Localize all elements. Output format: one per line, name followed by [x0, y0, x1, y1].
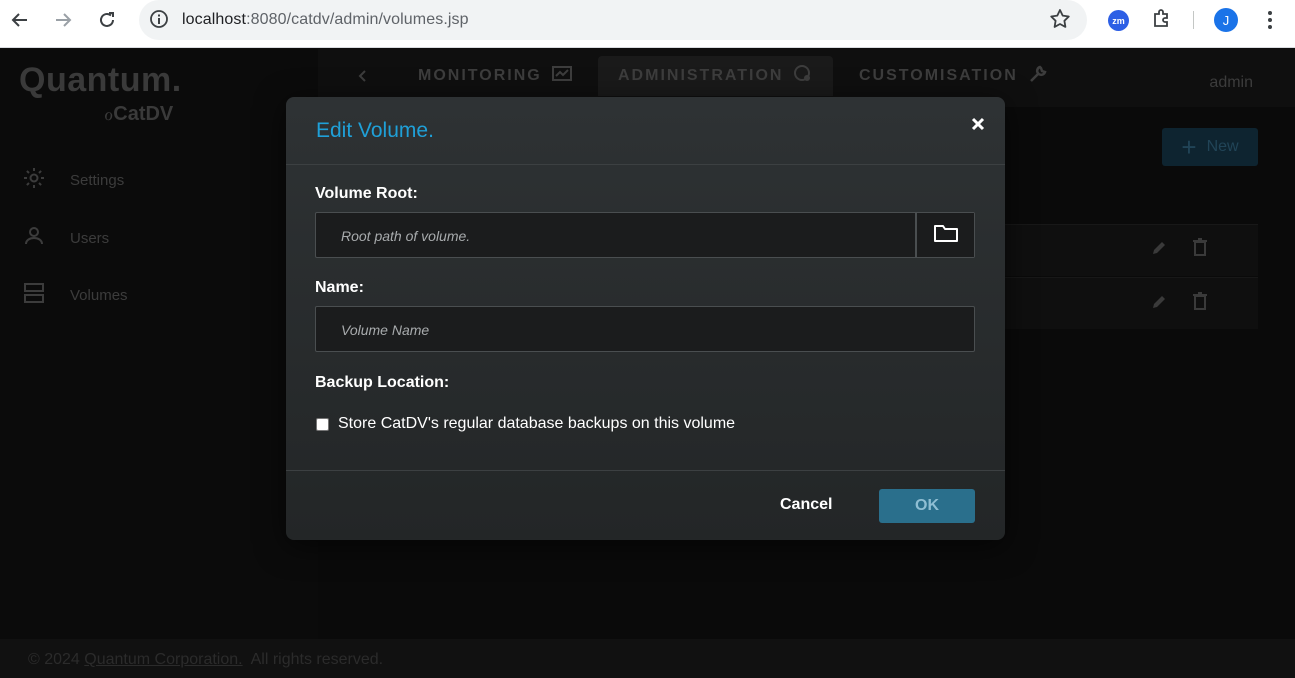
edit-volume-dialog: Edit Volume. Volume Root: Root path of v…: [286, 97, 1005, 540]
table-row: [1000, 277, 1258, 329]
browse-folder-button[interactable]: [915, 213, 974, 257]
current-user[interactable]: admin: [1209, 74, 1253, 92]
backup-checkbox-label[interactable]: Store CatDV's regular database backups o…: [338, 415, 735, 433]
backup-location-label: Backup Location:: [315, 374, 450, 391]
new-volume-button[interactable]: + New: [1162, 128, 1258, 166]
address-bar[interactable]: localhost:8080/catdv/admin/volumes.jsp: [139, 0, 1087, 40]
sidebar-item-label: Users: [70, 229, 110, 247]
sidebar: Quantum. ℴCatDV Settings Users Volumes: [0, 49, 318, 639]
volume-root-label: Volume Root:: [315, 185, 418, 202]
quantum-logo: Quantum.: [19, 61, 182, 99]
zoom-extension-icon[interactable]: zm: [1108, 10, 1129, 31]
close-icon[interactable]: [971, 117, 987, 133]
copyright-text: © 2024 Quantum Corporation. All rights r…: [28, 651, 384, 668]
site-info-icon[interactable]: [149, 9, 169, 34]
browser-toolbar: localhost:8080/catdv/admin/volumes.jsp z…: [0, 0, 1295, 48]
sidebar-item-label: Settings: [70, 171, 125, 189]
edit-pencil-icon[interactable]: [1150, 239, 1168, 262]
back-arrow-icon[interactable]: [8, 8, 32, 32]
ok-button[interactable]: OK: [879, 489, 975, 523]
url-text: localhost:8080/catdv/admin/volumes.jsp: [182, 11, 469, 28]
plus-icon: +: [1181, 132, 1197, 162]
user-icon: [22, 224, 46, 253]
volume-root-placeholder: Root path of volume.: [341, 228, 471, 244]
server-icon: [22, 281, 46, 310]
tab-monitoring[interactable]: MONITORING: [418, 56, 572, 96]
browser-menu-icon[interactable]: [1258, 8, 1282, 37]
quantum-link[interactable]: Quantum Corporation.: [84, 651, 242, 668]
catdv-logo: ℴCatDV: [104, 103, 174, 125]
extensions-puzzle-icon[interactable]: [1150, 7, 1174, 36]
page-footer: © 2024 Quantum Corporation. All rights r…: [0, 639, 1295, 678]
backup-checkbox[interactable]: [316, 417, 329, 431]
reload-icon[interactable]: [95, 8, 119, 32]
folder-icon: [933, 223, 959, 248]
wrench-icon: [1028, 64, 1048, 89]
toolbar-divider: [1193, 11, 1194, 29]
dialog-header: Edit Volume.: [286, 97, 1005, 165]
catdv-swirl-icon: ℴ: [104, 103, 114, 125]
sidebar-item-volumes[interactable]: Volumes: [22, 281, 128, 310]
nav-back-chevron-icon[interactable]: [356, 56, 370, 96]
monitor-icon: [551, 65, 572, 88]
volume-name-placeholder: Volume Name: [341, 322, 430, 338]
dialog-footer-divider: [286, 470, 1005, 471]
volume-name-input[interactable]: Volume Name: [315, 306, 975, 352]
name-label: Name:: [315, 279, 364, 296]
forward-arrow-icon[interactable]: [51, 8, 75, 32]
trash-icon[interactable]: [1192, 238, 1208, 261]
tab-administration[interactable]: ADMINISTRATION: [598, 56, 834, 96]
cancel-button[interactable]: Cancel: [780, 496, 832, 514]
dialog-title: Edit Volume.: [316, 119, 434, 142]
tab-customisation[interactable]: CUSTOMISATION: [859, 56, 1048, 96]
sidebar-item-users[interactable]: Users: [22, 224, 109, 253]
trash-icon[interactable]: [1192, 292, 1208, 315]
table-row: [1000, 224, 1258, 276]
volume-root-input[interactable]: Root path of volume.: [315, 212, 975, 258]
edit-pencil-icon[interactable]: [1150, 293, 1168, 316]
profile-avatar[interactable]: J: [1214, 8, 1238, 32]
sidebar-item-label: Volumes: [70, 286, 128, 304]
backup-checkbox-row[interactable]: Store CatDV's regular database backups o…: [316, 415, 735, 433]
admin-gear-icon: [793, 64, 813, 89]
bookmark-star-icon[interactable]: [1049, 8, 1071, 35]
sidebar-item-settings[interactable]: Settings: [22, 166, 124, 195]
gear-icon: [22, 166, 46, 195]
